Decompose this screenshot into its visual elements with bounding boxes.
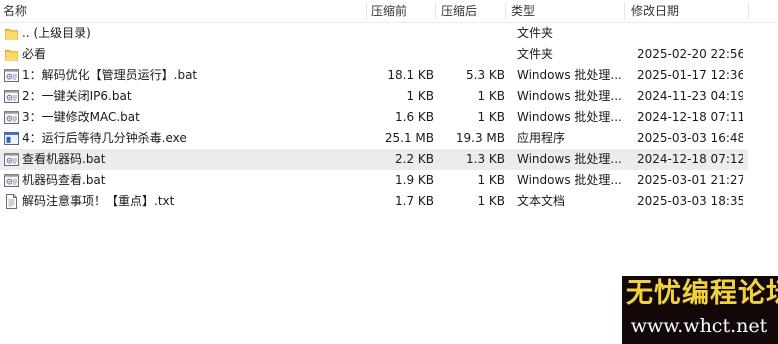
file-compressed-size: 1 KB [477, 173, 505, 187]
file-modified-date: 2025-03-03 16:48 [637, 131, 743, 145]
column-header: 名称 压缩前 压缩后 类型 修改日期 [0, 0, 778, 23]
file-name: 3：一键修改MAC.bat [22, 110, 140, 124]
file-compressed-size: 19.3 MB [455, 131, 505, 145]
file-type: Windows 批处理... [517, 152, 621, 166]
batch-file-icon [4, 89, 19, 104]
batch-file-icon [4, 110, 19, 125]
file-modified-date [637, 23, 743, 44]
file-name: 1：解码优化【管理员运行】.bat [22, 68, 198, 82]
file-name: 4：运行后等待几分钟杀毒.exe [22, 131, 187, 145]
file-compressed-size: 1.3 KB [466, 152, 505, 166]
column-header-compressed-size[interactable]: 压缩后 [441, 0, 477, 22]
file-type: Windows 批处理... [517, 89, 621, 103]
file-row[interactable]: 查看机器码.bat 2.2 KB 1.3 KB Windows 批处理... 2024-… [0, 149, 748, 170]
watermark-logo: 无忧编程论坛 www.whct.net [622, 276, 778, 344]
text-file-icon [4, 194, 19, 209]
file-type: Windows 批处理... [517, 68, 621, 82]
batch-file-icon [4, 68, 19, 83]
file-name: 解码注意事项！【重点】.txt [22, 194, 175, 208]
file-type: 文件夹 [517, 26, 554, 40]
file-name: 必看 [22, 47, 47, 61]
column-divider[interactable] [435, 2, 436, 20]
column-header-original-size[interactable]: 压缩前 [371, 0, 407, 22]
file-type: 应用程序 [517, 131, 566, 145]
file-type: 文件夹 [517, 47, 554, 61]
file-compressed-size [440, 23, 505, 44]
file-original-size: 1.6 KB [395, 110, 434, 124]
file-original-size: 2.2 KB [395, 152, 434, 166]
folder-icon [5, 48, 20, 63]
file-name: 2：一键关闭IP6.bat [22, 89, 132, 103]
file-original-size: 18.1 KB [387, 68, 434, 82]
batch-file-icon [4, 173, 19, 188]
file-modified-date: 2025-02-20 22:56 [637, 47, 743, 61]
column-header-name[interactable]: 名称 [3, 0, 27, 22]
file-compressed-size: 5.3 KB [466, 68, 505, 82]
file-original-size: 1.9 KB [395, 173, 434, 187]
watermark-url: www.whct.net [630, 315, 768, 337]
file-type: Windows 批处理... [517, 173, 621, 187]
file-row[interactable]: 机器码查看.bat 1.9 KB 1 KB Windows 批处理... 2025-03… [0, 170, 748, 191]
file-compressed-size: 1 KB [477, 194, 505, 208]
file-row[interactable]: 解码注意事项！【重点】.txt 1.7 KB 1 KB 文本文档 2025-03-03 … [0, 191, 748, 212]
file-modified-date: 2024-12-18 07:12 [637, 152, 743, 166]
file-modified-date: 2025-03-03 18:35 [637, 194, 743, 208]
file-modified-date: 2025-03-01 21:27 [637, 173, 743, 187]
file-row[interactable]: 3：一键修改MAC.bat 1.6 KB 1 KB Windows 批处理... 202… [0, 107, 748, 128]
file-original-size: 1 KB [406, 89, 434, 103]
file-name: .. (上级目录) [22, 26, 91, 40]
file-row[interactable]: 必看 文件夹 2025-02-20 22:56 [0, 44, 748, 65]
file-original-size: 25.1 MB [384, 131, 434, 145]
folder-icon [5, 27, 20, 42]
batch-file-icon [4, 152, 19, 167]
file-row[interactable]: .. (上级目录) 文件夹 [0, 23, 748, 44]
file-modified-date: 2024-11-23 04:19 [637, 89, 743, 103]
file-name: 机器码查看.bat [22, 173, 106, 187]
file-modified-date: 2025-01-17 12:36 [637, 68, 743, 82]
file-compressed-size [440, 44, 505, 65]
file-type: Windows 批处理... [517, 110, 621, 124]
column-divider[interactable] [366, 2, 367, 20]
file-compressed-size: 1 KB [477, 89, 505, 103]
column-header-type[interactable]: 类型 [511, 0, 535, 22]
file-original-size [372, 23, 434, 44]
application-icon [4, 131, 19, 146]
file-row[interactable]: 2：一键关闭IP6.bat 1 KB 1 KB Windows 批处理... 2024-… [0, 86, 748, 107]
file-compressed-size: 1 KB [477, 110, 505, 124]
file-row[interactable]: 4：运行后等待几分钟杀毒.exe 25.1 MB 19.3 MB 应用程序 2025-0… [0, 128, 748, 149]
file-row[interactable]: 1：解码优化【管理员运行】.bat 18.1 KB 5.3 KB Windows 批处… [0, 65, 748, 86]
file-type: 文本文档 [517, 194, 566, 208]
column-divider[interactable] [624, 2, 625, 20]
file-original-size [372, 44, 434, 65]
column-divider[interactable] [748, 2, 749, 20]
column-divider[interactable] [505, 2, 506, 20]
file-name: 查看机器码.bat [22, 152, 106, 166]
file-original-size: 1.7 KB [395, 194, 434, 208]
watermark-title: 无忧编程论坛 [626, 278, 778, 309]
file-modified-date: 2024-12-18 07:11 [637, 110, 743, 124]
column-header-modified[interactable]: 修改日期 [631, 0, 679, 22]
